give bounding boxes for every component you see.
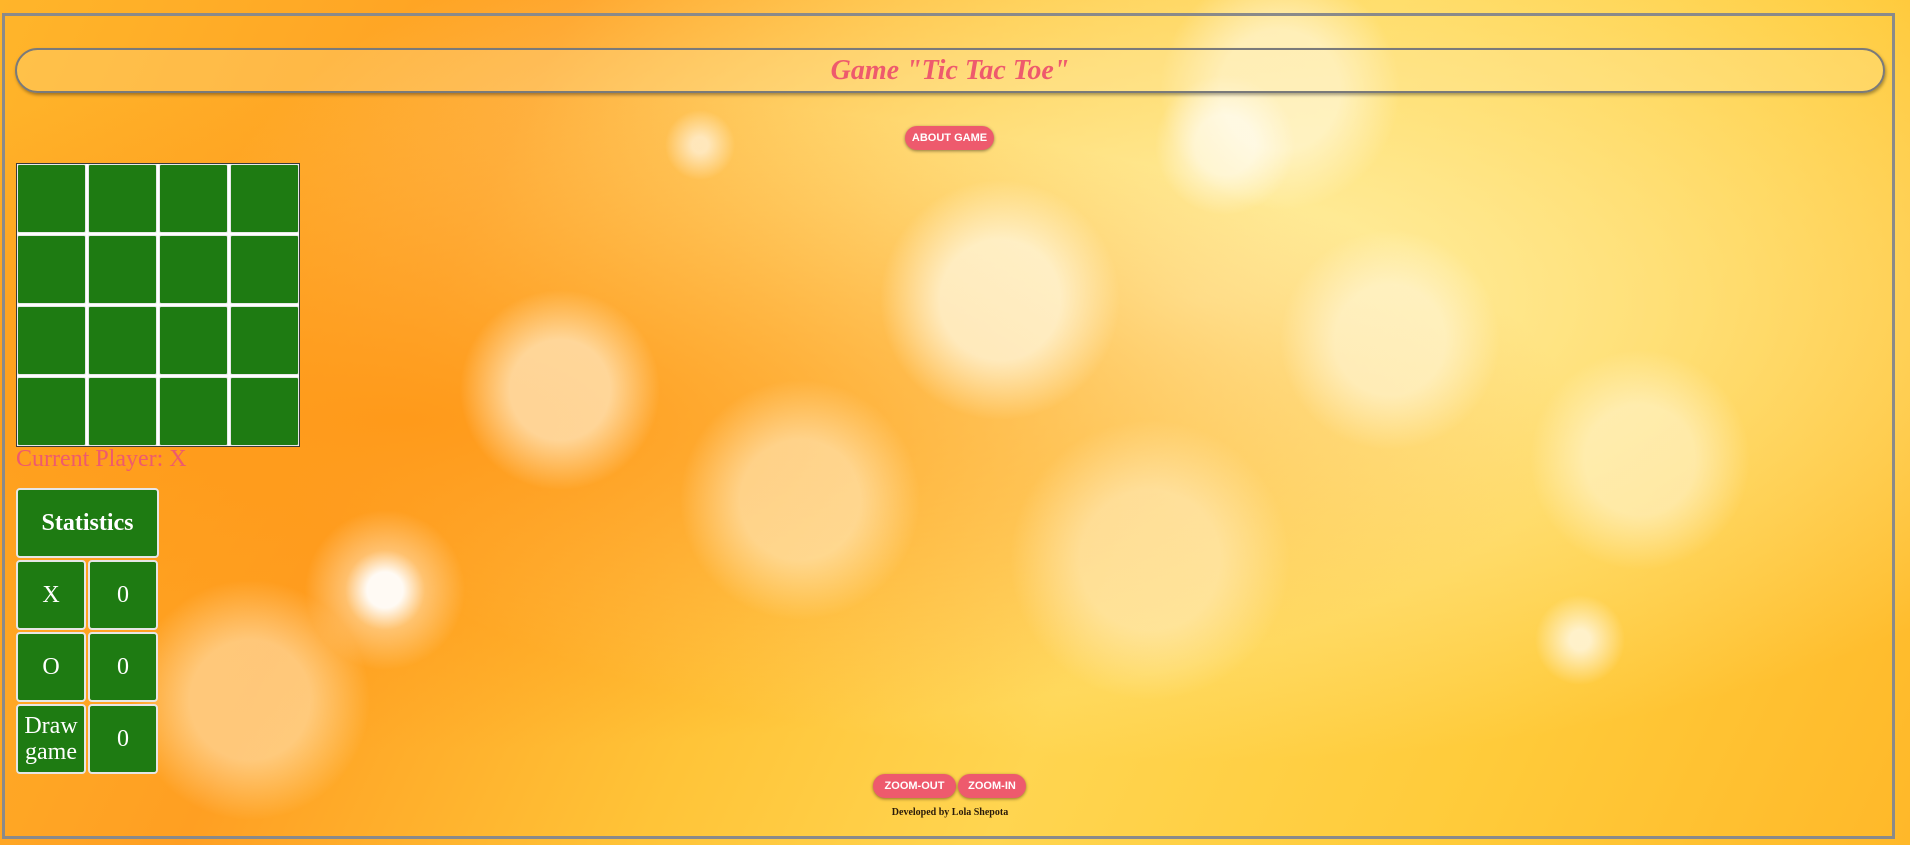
board-cell[interactable] [159,235,228,304]
game-board [16,163,300,447]
stat-value: 0 [88,560,158,630]
statistics-table: Statistics X 0 O 0 Draw game 0 [16,488,159,774]
about-game-button[interactable]: ABOUT GAME [905,126,994,150]
board-cell[interactable] [88,306,157,375]
statistics-row-draw: Draw game 0 [16,704,159,774]
title-banner: Game "Tic Tac Toe" [15,48,1885,93]
board-cell[interactable] [88,164,157,233]
developer-credit: Developed by Lola Shepota [891,807,1009,818]
board-cell[interactable] [230,235,299,304]
zoom-in-button[interactable]: ZOOM-IN [958,774,1026,798]
statistics-row-o: O 0 [16,632,159,702]
page-title: Game "Tic Tac Toe" [830,54,1070,86]
stat-label: Draw game [16,704,86,774]
zoom-out-button[interactable]: ZOOM-OUT [873,774,956,798]
stat-value: 0 [88,704,158,774]
current-player-status: Current Player: X [16,446,187,472]
board-cell[interactable] [88,377,157,446]
board-cell[interactable] [230,164,299,233]
board-cell[interactable] [17,235,86,304]
stat-label: O [16,632,86,702]
board-cell[interactable] [17,377,86,446]
statistics-title: Statistics [16,488,159,558]
board-cell[interactable] [17,306,86,375]
stat-value: 0 [88,632,158,702]
board-cell[interactable] [230,306,299,375]
board-cell[interactable] [159,377,228,446]
board-cell[interactable] [230,377,299,446]
board-cell[interactable] [88,235,157,304]
statistics-row-x: X 0 [16,560,159,630]
board-cell[interactable] [159,164,228,233]
stat-label: X [16,560,86,630]
board-cell[interactable] [159,306,228,375]
board-cell[interactable] [17,164,86,233]
